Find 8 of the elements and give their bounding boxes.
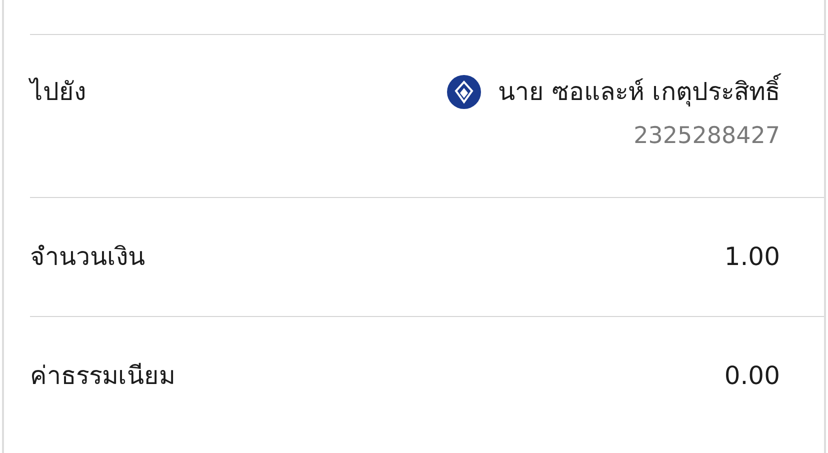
field-value: 0.00 xyxy=(724,360,780,392)
field-label: ค่าธรรมเนียม xyxy=(30,360,175,392)
recipient-name: นาย ซอและห์ เกตุประสิทธิ์ xyxy=(498,73,780,110)
field-label: จำนวนเงิน xyxy=(30,241,145,274)
account-number: 2325288427 xyxy=(634,122,780,150)
field-label: ไปยัง xyxy=(30,76,86,108)
bank-logo-icon xyxy=(446,74,482,110)
field-value: 1.00 xyxy=(724,241,780,274)
